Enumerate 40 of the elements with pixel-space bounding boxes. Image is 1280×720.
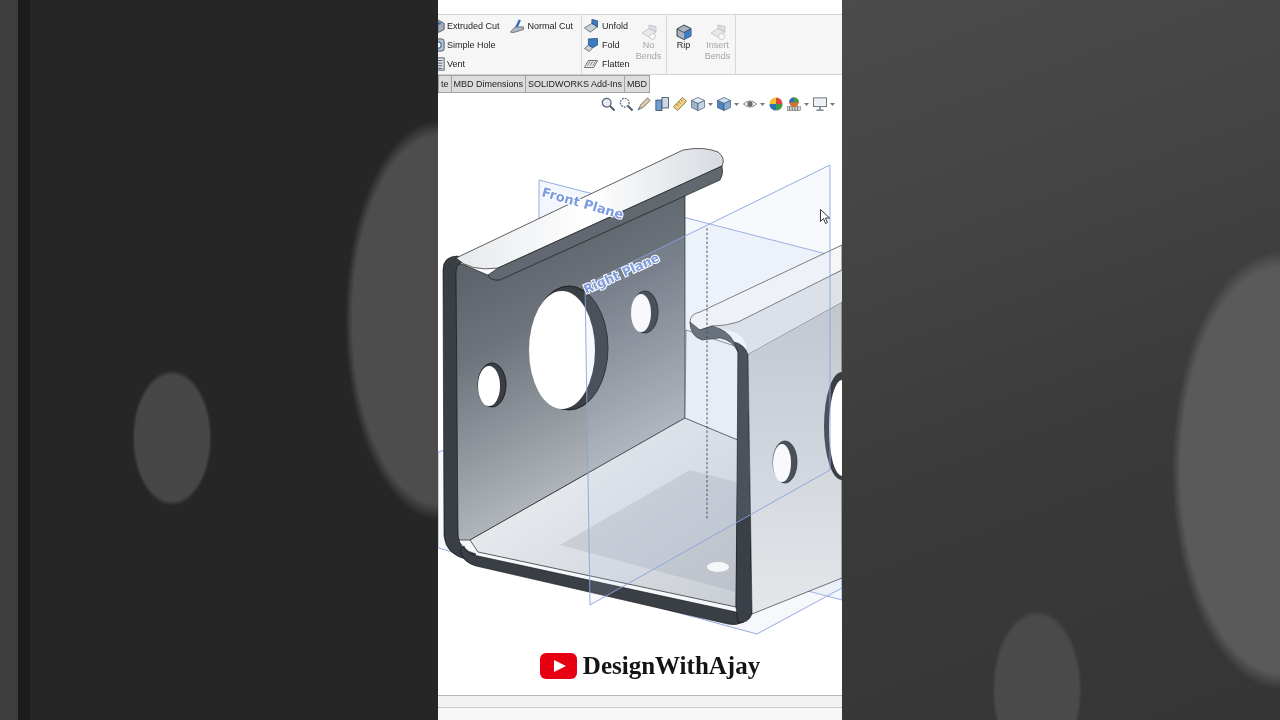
zoom-area-icon[interactable] xyxy=(619,97,633,111)
ruler-icon[interactable] xyxy=(673,97,687,111)
ribbon-button[interactable]: Unfold xyxy=(584,16,630,35)
caret-icon[interactable] xyxy=(830,102,835,106)
ribbon-button[interactable]: Rip xyxy=(668,16,699,51)
play-logo-icon xyxy=(539,653,577,679)
ribbon-tab[interactable]: SOLIDWORKS Add-Ins xyxy=(525,75,626,93)
bent-sheet-icon xyxy=(709,24,726,40)
shaded-cube-icon[interactable] xyxy=(717,97,731,111)
ribbon-button[interactable]: Fold xyxy=(584,35,630,54)
caret-icon[interactable] xyxy=(804,102,809,106)
ribbon-button[interactable]: Extruded Cut xyxy=(438,16,500,35)
scene-icon[interactable] xyxy=(787,97,801,111)
pencil-icon[interactable] xyxy=(637,97,651,111)
cut-block-icon xyxy=(438,18,445,33)
ribbon-button[interactable]: Simple Hole xyxy=(438,35,500,54)
cube-icon[interactable] xyxy=(691,97,705,111)
unfold-sheet-icon xyxy=(584,18,599,33)
vent-grille-icon xyxy=(438,56,445,71)
ribbon-button[interactable]: Vent xyxy=(438,54,500,73)
section-view-icon[interactable] xyxy=(655,97,669,111)
channel-name: DesignWithAjay xyxy=(582,652,761,680)
ribbon-tab[interactable]: te xyxy=(438,75,452,93)
eye-icon[interactable] xyxy=(743,97,757,111)
bent-sheet-icon xyxy=(640,24,657,40)
cutter-icon xyxy=(509,18,524,33)
caret-icon[interactable] xyxy=(760,102,765,106)
ribbon-tab[interactable]: MBD xyxy=(624,75,651,93)
mouse-pointer-icon xyxy=(820,209,830,224)
ribbon-button[interactable]: Normal Cut xyxy=(509,16,574,35)
plane-label: Front Plane xyxy=(540,184,626,223)
caret-icon[interactable] xyxy=(708,102,713,106)
rip-box-icon xyxy=(675,24,692,40)
ribbon-button[interactable]: Flatten xyxy=(584,54,630,73)
magnifier-icon[interactable] xyxy=(601,97,615,111)
caret-icon[interactable] xyxy=(734,102,739,106)
color-ball-icon[interactable] xyxy=(769,97,783,111)
monitor-icon[interactable] xyxy=(813,97,827,111)
fold-sheet-icon xyxy=(584,37,599,52)
ribbon-tab[interactable]: MBD Dimensions xyxy=(450,75,527,93)
